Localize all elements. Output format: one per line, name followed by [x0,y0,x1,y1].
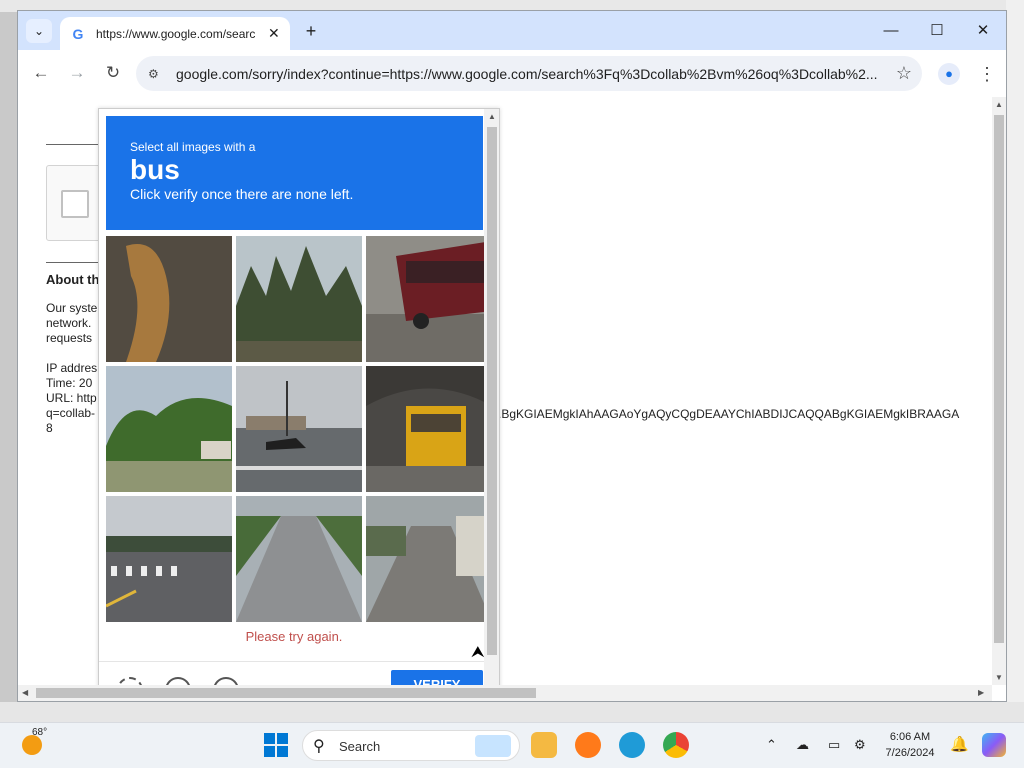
network-icon[interactable]: ⚙ [854,737,866,753]
captcha-tile-8[interactable] [236,496,362,622]
audio-challenge-icon[interactable] [165,677,191,685]
page-horizontal-scrollbar[interactable]: ◀ ▶ [18,685,992,701]
scrollbar-thumb[interactable] [36,688,536,698]
info-line: IP addres [46,361,98,375]
search-placeholder: Search [339,739,381,754]
address-bar[interactable]: ⚙ google.com/sorry/index?continue=https:… [136,56,922,91]
reload-button[interactable]: ↻ [102,62,124,84]
captcha-scrollbar[interactable]: ▲ [484,109,499,685]
back-button[interactable]: ← [30,62,52,84]
close-window-button[interactable]: ✕ [968,19,998,43]
scroll-left-arrow-icon[interactable]: ◀ [22,688,28,697]
captcha-footer: VERIFY [99,661,489,685]
firefox-icon[interactable] [575,732,601,758]
copilot-icon[interactable] [982,733,1006,757]
body-text-line: Our syste [46,301,98,315]
minimize-button[interactable]: — [876,19,906,43]
captcha-tile-2[interactable] [236,236,362,362]
scrollbar-thumb[interactable] [487,127,497,655]
page-vertical-scrollbar[interactable]: ▲ ▼ [992,97,1006,685]
captcha-tile-1[interactable] [106,236,232,362]
captcha-tile-9[interactable] [366,496,492,622]
new-tab-button[interactable]: + [300,20,322,42]
captcha-prompt-object: bus [130,154,180,185]
start-button[interactable] [264,733,288,757]
notification-bell-icon[interactable]: 🔔 [950,735,969,753]
url-text[interactable]: google.com/sorry/index?continue=https://… [176,66,896,82]
active-tab[interactable]: G https://www.google.com/searc ✕ [60,17,290,50]
browser-window: ⌄ G https://www.google.com/searc ✕ + — ☐… [17,10,1007,702]
captcha-prompt-sub: Click verify once there are none left. [130,186,354,202]
scroll-right-arrow-icon[interactable]: ▶ [978,688,984,697]
bookmark-star-icon[interactable]: ☆ [896,63,912,84]
display-icon[interactable]: ▭ [828,737,840,753]
scroll-up-arrow-icon[interactable]: ▲ [488,112,496,121]
info-line: URL: http [46,391,97,405]
site-info-icon[interactable]: ⚙ [148,66,164,82]
about-heading: About th [46,272,100,287]
tab-title: https://www.google.com/searc [96,26,256,41]
info-line: q=collab- [46,406,96,420]
profile-avatar-icon[interactable]: ● [938,63,960,85]
edge-icon[interactable] [619,732,645,758]
scrollbar-thumb[interactable] [994,115,1004,643]
system-clock[interactable]: 6:06 AM 7/26/2024 [880,729,940,761]
taskbar: 68° ⚲ Search ⌃ ☁ ▭ ⚙ 6:06 AM 7/26/2024 🔔 [0,722,1024,768]
long-url-fragment: .BgKGIAEMgkIAhAAGAoYgAQyCQgDEAAYChIABDIJ… [498,407,960,421]
verify-button[interactable]: VERIFY [391,670,483,685]
menu-kebab-icon[interactable]: ⋮ [978,63,996,85]
google-favicon-icon: G [72,25,84,42]
page-content: About th Our syste network. requests IP … [18,97,992,685]
tab-close-icon[interactable]: ✕ [268,25,280,42]
search-highlight-icon [475,735,511,757]
maximize-button[interactable]: ☐ [922,19,952,43]
divider [46,144,106,145]
captcha-header: Select all images with a bus Click verif… [106,116,483,230]
captcha-image-grid [106,236,492,622]
body-text-line: requests [46,331,93,345]
captcha-tile-7[interactable] [106,496,232,622]
scroll-up-arrow-icon[interactable]: ▲ [995,100,1003,109]
captcha-error-message: Please try again. [245,629,343,644]
info-line: 8 [46,421,53,435]
clock-date: 7/26/2024 [885,747,935,759]
chrome-icon[interactable] [663,732,689,758]
taskbar-search-box[interactable]: ⚲ Search [302,730,520,761]
captcha-tile-5[interactable] [236,366,362,492]
captcha-tile-6[interactable] [366,366,492,492]
info-line: Time: 20 [46,376,93,390]
clock-time: 6:06 AM [889,731,931,743]
onedrive-icon[interactable]: ☁ [796,737,809,753]
recaptcha-checkbox[interactable] [61,190,89,218]
search-icon: ⚲ [313,738,325,755]
captcha-challenge-frame: Select all images with a bus Click verif… [98,108,500,685]
desktop-background-bottom [0,702,1024,722]
scroll-down-arrow-icon[interactable]: ▼ [995,673,1003,682]
info-icon[interactable] [213,677,239,685]
mouse-cursor-icon: ⮝ [471,644,485,661]
body-text-line: network. [46,316,92,330]
captcha-tile-3[interactable] [366,236,492,362]
weather-icon[interactable] [22,735,42,755]
captcha-tile-4[interactable] [106,366,232,492]
tab-bar: ⌄ G https://www.google.com/searc ✕ + — ☐… [18,11,1006,50]
browser-toolbar: ← → ↻ ⚙ google.com/sorry/index?continue=… [18,50,1006,97]
reload-challenge-icon[interactable] [117,677,143,685]
show-hidden-icons-icon[interactable]: ⌃ [766,737,777,753]
captcha-prompt-small: Select all images with a [130,140,256,154]
desktop-background-right [1006,0,1024,722]
forward-button[interactable]: → [66,62,88,84]
divider [46,262,106,263]
tab-search-button[interactable]: ⌄ [26,19,52,43]
weather-temp: 68° [32,727,48,738]
file-explorer-icon[interactable] [531,732,557,758]
